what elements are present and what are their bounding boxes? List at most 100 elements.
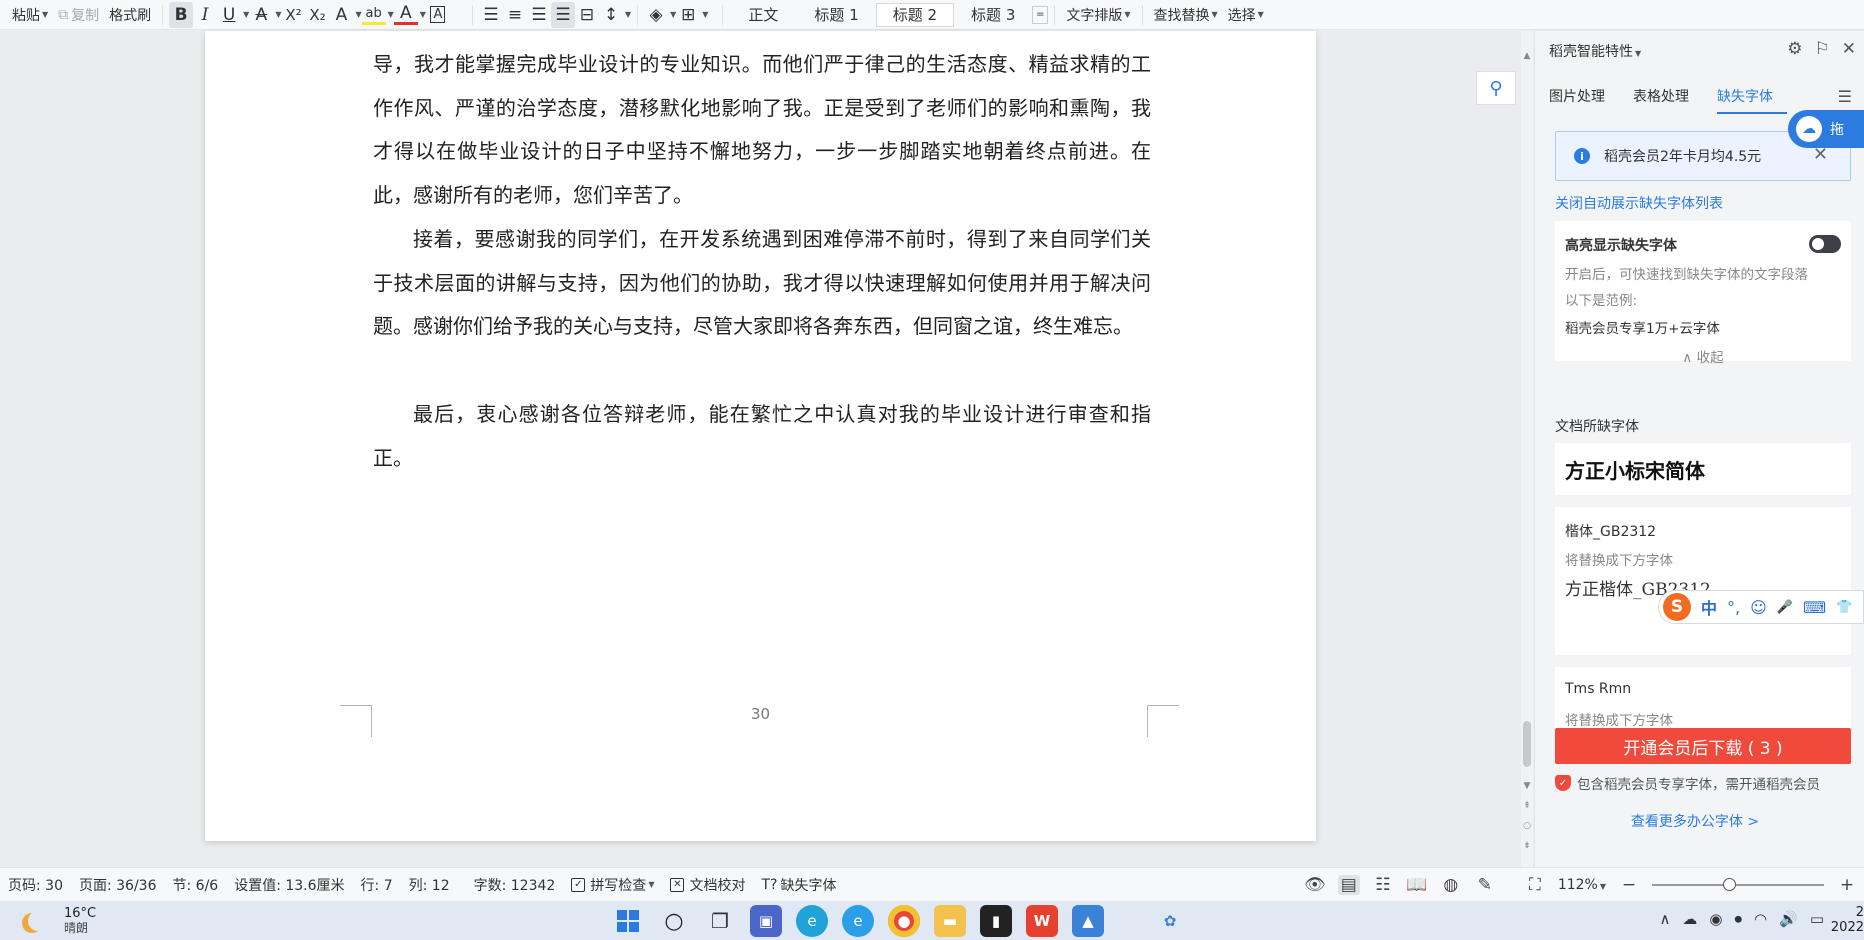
file-explorer-icon[interactable]: ▬ (934, 905, 966, 937)
punctuation-icon[interactable]: °, (1727, 598, 1740, 617)
keyboard-icon[interactable]: ⌨ (1803, 598, 1826, 617)
search-icon[interactable]: ○ (658, 905, 690, 937)
paste-button[interactable]: 粘贴 ▼ (0, 2, 53, 28)
photos-app-icon[interactable]: ▲ (1072, 905, 1104, 937)
page-view-icon[interactable]: ▤ (1337, 875, 1360, 895)
vertical-scrollbar[interactable]: ▲ ▼ ⇞ ○ ⇟ (1521, 31, 1533, 867)
pen-icon[interactable]: ✎ (1474, 875, 1496, 895)
eye-protection-icon[interactable]: 👁 (1304, 875, 1326, 895)
qq-icon[interactable]: ◉ (1709, 910, 1722, 928)
tab-table-processing[interactable]: 表格处理 (1633, 80, 1703, 114)
chrome-browser-icon[interactable]: ● (888, 905, 920, 937)
line-info[interactable]: 行: 7 (353, 875, 401, 895)
highlight-button[interactable]: ab (361, 5, 386, 25)
ie-browser-icon[interactable]: e (842, 905, 874, 937)
find-replace-button[interactable]: 查找替换 ▼ (1149, 2, 1223, 28)
paragraph[interactable]: 接着，要感谢我的同学们，在开发系统遇到困难停滞不前时，得到了来自同学们关于技术层… (373, 218, 1151, 349)
tab-image-processing[interactable]: 图片处理 (1549, 80, 1619, 114)
more-fonts-link[interactable]: 查看更多办公字体 > (1535, 811, 1855, 831)
scrollbar-thumb[interactable] (1523, 721, 1531, 767)
menu-icon[interactable]: ☰ (1838, 87, 1852, 106)
shading-icon[interactable]: ◈ (644, 2, 668, 28)
close-auto-list-link[interactable]: 关闭自动展示缺失字体列表 (1555, 193, 1723, 213)
zoom-level[interactable]: 112% ▼ (1558, 877, 1606, 893)
scroll-up-icon[interactable]: ▲ (1521, 51, 1533, 61)
doc-proof-button[interactable]: ✕ 文档校对 (662, 875, 753, 895)
borders-icon[interactable]: ⊞ (676, 2, 700, 28)
style-heading-2[interactable]: 标题 2 (875, 2, 955, 27)
word-count[interactable]: 字数: 12342 (466, 875, 564, 895)
tab-missing-fonts[interactable]: 缺失字体 (1717, 80, 1787, 114)
select-button[interactable]: 选择 ▼ (1223, 2, 1269, 28)
highlight-toggle[interactable] (1809, 235, 1841, 253)
microphone-icon[interactable]: ⏺ (1735, 910, 1743, 928)
meeting-app-icon[interactable]: ▣ (750, 905, 782, 937)
chevron-down-icon[interactable]: ▼ (702, 10, 708, 19)
clock[interactable]: 2 2022 (1831, 905, 1864, 935)
text-layout-button[interactable]: 文字排版 ▼ (1061, 2, 1135, 28)
paragraph[interactable]: 导，我才能掌握完成毕业设计的专业知识。而他们严于律己的生活态度、精益求精的工作作… (373, 43, 1151, 217)
prev-page-icon[interactable]: ⇞ (1521, 801, 1533, 811)
underline-button[interactable]: U (217, 2, 241, 28)
cloud-icon[interactable]: ☁ (1682, 910, 1697, 928)
section-info[interactable]: 节: 6/6 (165, 875, 227, 895)
bold-button[interactable]: B (169, 1, 194, 28)
document-canvas[interactable]: 导，我才能掌握完成毕业设计的专业知识。而他们严于律己的生活态度、精益求精的工作作… (0, 31, 1520, 867)
align-center-icon[interactable]: ≡ (503, 2, 527, 28)
styles-more-icon[interactable]: = (1032, 5, 1049, 24)
align-left-icon[interactable]: ☰ (479, 2, 503, 28)
zoom-out-icon[interactable]: − (1618, 875, 1640, 895)
subscript-button[interactable]: X₂ (305, 2, 329, 28)
style-normal[interactable]: 正文 (729, 3, 797, 27)
download-fonts-button[interactable]: 开通会员后下载 ( 3 ) (1555, 728, 1851, 764)
column-info[interactable]: 列: 12 (401, 875, 458, 895)
weather-widget[interactable]: 16°C 晴朗 (22, 907, 96, 936)
text-effect-button[interactable]: A (329, 2, 353, 28)
page-count[interactable]: 页面: 36/36 (71, 875, 165, 895)
task-view-icon[interactable]: ❐ (704, 905, 736, 937)
skin-icon[interactable]: 👕 (1836, 600, 1852, 615)
select-browse-icon[interactable]: ○ (1521, 821, 1533, 831)
page-code[interactable]: 页码: 30 (0, 875, 71, 895)
italic-button[interactable]: I (193, 2, 217, 28)
missing-font-button[interactable]: T? 缺失字体 (753, 875, 844, 895)
panel-title[interactable]: 稻壳智能特性 ▼ (1549, 41, 1641, 61)
sogou-logo-icon[interactable]: S (1663, 593, 1691, 621)
zoom-in-icon[interactable]: + (1836, 875, 1858, 895)
copy-button[interactable]: ⧉ 复制 (53, 2, 104, 28)
align-right-icon[interactable]: ☰ (527, 2, 551, 28)
gear-icon[interactable]: ⚙ (1787, 39, 1802, 59)
wps-office-icon[interactable]: W (1026, 905, 1058, 937)
fit-page-icon[interactable]: ⛶ (1524, 875, 1546, 895)
line-spacing-icon[interactable]: ↕ (599, 2, 623, 28)
pin-icon[interactable]: ⚐ (1815, 39, 1830, 59)
character-border-button[interactable]: A (426, 2, 450, 28)
font-item[interactable]: 楷体_GB2312 将替换成下方字体 方正楷体_GB2312 (1555, 507, 1851, 655)
style-heading-1[interactable]: 标题 1 (797, 3, 875, 27)
scroll-down-icon[interactable]: ▼ (1521, 781, 1533, 791)
cloud-drive-badge[interactable]: ☁ 拖 (1788, 110, 1864, 148)
location-pin-icon[interactable]: ⚲ (1476, 71, 1516, 105)
ide-app-icon[interactable]: ▮ (980, 905, 1012, 937)
format-painter-button[interactable]: 格式刷 (104, 2, 156, 28)
justify-icon[interactable]: ☰ (550, 1, 575, 28)
microphone-icon[interactable]: 🎤 (1777, 600, 1793, 615)
style-heading-3[interactable]: 标题 3 (954, 3, 1032, 27)
edge-browser-icon[interactable]: e (796, 905, 828, 937)
distribute-icon[interactable]: ⊟ (575, 2, 599, 28)
collapse-button[interactable]: ∧ 收起 (1555, 346, 1851, 366)
app-icon[interactable]: ✿ (1154, 905, 1186, 937)
web-view-icon[interactable]: ◍ (1440, 875, 1462, 895)
superscript-button[interactable]: X² (281, 2, 305, 28)
document-page[interactable]: 导，我才能掌握完成毕业设计的专业知识。而他们严于律己的生活态度、精益求精的工作作… (205, 31, 1316, 841)
ime-mode-button[interactable]: 中 (1701, 595, 1717, 619)
ime-toolbar[interactable]: S 中 °, ☺ 🎤 ⌨ 👕 (1658, 590, 1864, 624)
volume-icon[interactable]: 🔊 (1779, 910, 1798, 928)
chevron-up-icon[interactable]: ∧ (1659, 910, 1670, 928)
spell-check-button[interactable]: ✓ 拼写检查 ▼ (563, 875, 662, 895)
chevron-down-icon[interactable]: ▼ (625, 10, 631, 19)
close-icon[interactable]: ✕ (1842, 39, 1856, 59)
emoji-icon[interactable]: ☺ (1750, 598, 1767, 617)
paragraph[interactable]: 最后，衷心感谢各位答辩老师，能在繁忙之中认真对我的毕业设计进行审查和指正。 (373, 393, 1151, 480)
zoom-slider[interactable] (1652, 878, 1824, 891)
